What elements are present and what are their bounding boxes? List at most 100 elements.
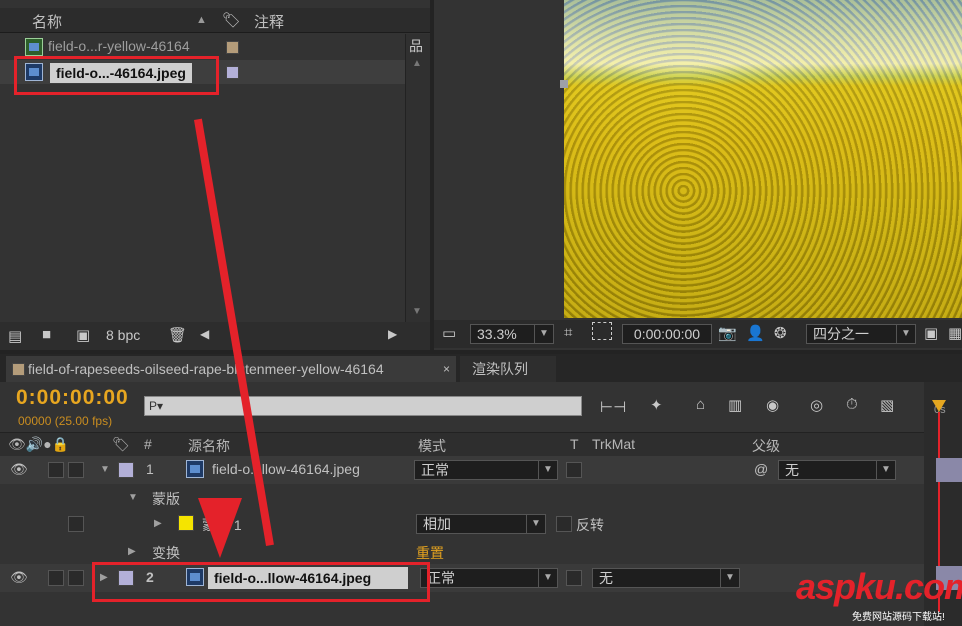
chevron-down-icon: ▼: [876, 461, 895, 479]
preserve-transparency-toggle[interactable]: [566, 462, 582, 478]
tab-composition-label: field-of-rapeseeds-oilseed-rape-blutenme…: [28, 361, 384, 377]
auto-keyframe-icon[interactable]: ⏱: [846, 396, 858, 413]
layer-label-swatch[interactable]: [118, 462, 134, 478]
mask-mode-dropdown[interactable]: 相加 ▼: [416, 514, 546, 534]
expand-triangle-icon[interactable]: ▶: [128, 546, 136, 557]
layer-handle[interactable]: [560, 80, 568, 88]
frame-rate: 00000 (25.00 fps): [18, 414, 113, 428]
new-composition-icon[interactable]: ▣: [76, 326, 90, 344]
column-comment[interactable]: 注释: [254, 11, 284, 32]
image-file-icon: [186, 460, 204, 478]
eye-visibility-icon[interactable]: 👁: [10, 461, 28, 478]
mask-color-swatch[interactable]: [178, 515, 194, 531]
lock-toggle[interactable]: [68, 462, 84, 478]
collapse-triangle-icon[interactable]: ▼: [100, 464, 110, 475]
pick-whip-icon[interactable]: @: [754, 461, 768, 477]
column-source-name[interactable]: 源名称: [188, 436, 230, 456]
timecode: 0:00:00:00: [633, 326, 701, 342]
layer-bar[interactable]: [936, 458, 962, 482]
chevron-down-icon: ▼: [538, 569, 557, 587]
show-snapshot-icon[interactable]: 👤: [746, 324, 765, 342]
layer-search-input[interactable]: P▾: [144, 396, 582, 416]
label-swatch[interactable]: [226, 41, 239, 54]
zoom-dropdown[interactable]: 33.3% ▼: [470, 324, 554, 344]
scroll-right-icon[interactable]: ▶: [388, 327, 397, 341]
blend-mode-dropdown[interactable]: 正常 ▼: [420, 568, 558, 588]
transparency-grid-icon[interactable]: ▦: [948, 324, 962, 342]
eye-visibility-icon[interactable]: 👁: [10, 569, 28, 586]
expand-triangle-icon[interactable]: ▶: [154, 518, 162, 529]
trash-icon[interactable]: 🗑: [168, 326, 187, 344]
chevron-down-icon: ▼: [538, 461, 557, 479]
color-channels-icon[interactable]: ❂: [774, 324, 787, 342]
parent-value: 无: [785, 462, 799, 478]
mask-row[interactable]: ▶ 蒙版 1 相加 ▼ 反转: [0, 510, 924, 538]
region-of-interest-icon[interactable]: [592, 322, 612, 340]
tab-render-queue[interactable]: 渲染队列: [460, 356, 556, 382]
brainstorm-icon[interactable]: ◎: [810, 396, 823, 414]
blend-mode-value: 正常: [427, 570, 455, 586]
invert-checkbox[interactable]: [556, 516, 572, 532]
mask-group-row[interactable]: ▼ 蒙版: [0, 484, 924, 512]
watermark-brand: aspku.com: [796, 566, 962, 607]
project-item-label: field-o...r-yellow-46164: [48, 38, 190, 54]
current-time-field[interactable]: 0:00:00:00: [622, 324, 712, 344]
label-swatch[interactable]: [226, 66, 239, 79]
snapshot-camera-icon[interactable]: 📷: [718, 324, 737, 342]
tab-composition[interactable]: field-of-rapeseeds-oilseed-rape-blutenme…: [6, 356, 456, 382]
lock-toggle[interactable]: [68, 516, 84, 532]
reset-link[interactable]: 重置: [416, 543, 444, 563]
scroll-down-icon[interactable]: ▼: [412, 306, 422, 317]
solo-toggle[interactable]: [48, 462, 64, 478]
project-column-header: 名称 ▲ 🏷 注释: [0, 8, 430, 33]
annotation-arrow-head: [198, 498, 242, 558]
parent-dropdown[interactable]: 无 ▼: [778, 460, 896, 480]
layer-name[interactable]: field-o...llow-46164.jpeg: [212, 461, 360, 477]
viewer-toolbar: ▭ 33.3% ▼ ⌗ 0:00:00:00 📷 👤 ❂ 四分之一 ▼ ▣ ▦: [434, 320, 962, 348]
column-parent: 父级: [752, 438, 780, 454]
preview-image[interactable]: [564, 0, 962, 318]
view-layout-icon[interactable]: ▣: [924, 324, 938, 342]
new-folder-icon[interactable]: ■: [42, 326, 51, 343]
chevron-down-icon: ▼: [720, 569, 739, 587]
bpc-label[interactable]: 8 bpc: [106, 327, 140, 343]
interpret-footage-icon[interactable]: ▤: [8, 327, 22, 345]
project-panel: 名称 ▲ 🏷 注释 field-o...r-yellow-46164 field…: [0, 0, 430, 350]
column-t: T: [570, 436, 579, 452]
frame-blending-icon[interactable]: ▥: [728, 396, 742, 414]
always-preview-icon[interactable]: ▭: [442, 324, 456, 342]
column-name[interactable]: 名称: [32, 11, 62, 32]
label-tag-icon[interactable]: 🏷: [222, 11, 241, 29]
layer-row[interactable]: 👁 ▼ 1 field-o...llow-46164.jpeg 正常 ▼ @ 无 ▼: [0, 456, 924, 484]
watermark-tagline: 免费网站源码下载站!: [852, 612, 945, 623]
preserve-transparency-toggle[interactable]: [566, 570, 582, 586]
scroll-left-icon[interactable]: ◀: [200, 327, 209, 341]
scroll-up-icon[interactable]: ▲: [412, 58, 422, 69]
sort-up-icon[interactable]: ▲: [196, 14, 207, 26]
close-icon[interactable]: ×: [443, 356, 450, 382]
shy-layers-icon[interactable]: ⌂: [696, 396, 705, 413]
av-features-icons: 👁🔊●🔒: [8, 436, 70, 452]
mask-mode-value: 相加: [423, 516, 451, 532]
motion-blur-icon[interactable]: ◉: [766, 396, 779, 414]
blend-mode-dropdown[interactable]: 正常 ▼: [414, 460, 558, 480]
chevron-down-icon: ▼: [526, 515, 545, 533]
label-tag-icon: 🏷: [112, 436, 130, 452]
composition-icon: [25, 38, 43, 56]
project-scrollbar[interactable]: 品 ▲ ▼: [405, 34, 430, 322]
collapse-triangle-icon[interactable]: ▼: [128, 492, 138, 503]
grid-icon[interactable]: ⌗: [564, 324, 572, 341]
playhead-icon[interactable]: [932, 400, 946, 412]
solo-toggle[interactable]: [48, 570, 64, 586]
resolution-dropdown[interactable]: 四分之一 ▼: [806, 324, 916, 344]
graph-editor-icon[interactable]: ▧: [880, 396, 894, 414]
flowchart-icon[interactable]: 品: [409, 36, 423, 56]
column-mode: 模式: [418, 438, 446, 454]
current-time[interactable]: 0:00:00:00: [16, 386, 129, 410]
lock-toggle[interactable]: [68, 570, 84, 586]
layer-number: 1: [146, 461, 154, 477]
track-matte-dropdown[interactable]: 无 ▼: [592, 568, 740, 588]
comp-mini-flowchart-icon[interactable]: ⊢⊣: [600, 398, 626, 416]
draft-3d-icon[interactable]: ✦: [650, 396, 663, 414]
chevron-down-icon: ▼: [534, 325, 553, 343]
